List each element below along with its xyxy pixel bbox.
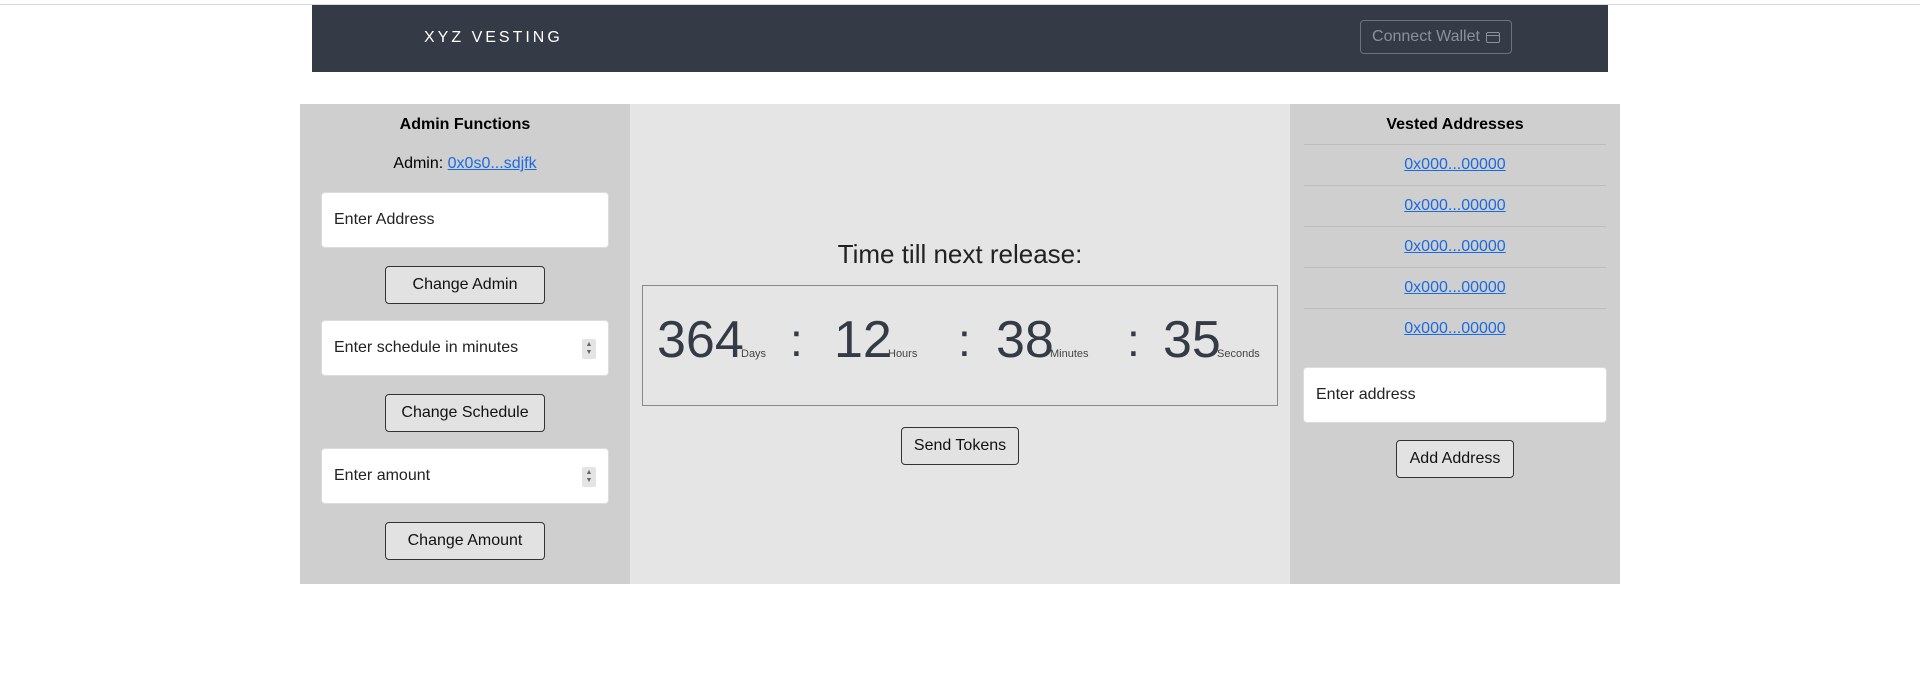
schedule-placeholder: Enter schedule in minutes: [334, 339, 519, 356]
number-stepper-icon[interactable]: ▲ ▼: [582, 467, 596, 487]
change-schedule-button[interactable]: Change Schedule: [385, 394, 545, 432]
vested-panel-title: Vested Addresses: [1386, 116, 1524, 133]
hours-unit: Hours: [888, 348, 918, 360]
amount-placeholder: Enter amount: [334, 467, 431, 484]
separator: :: [1127, 314, 1140, 366]
timer-heading: Time till next release:: [837, 239, 1083, 269]
change-admin-button[interactable]: Change Admin: [385, 266, 545, 304]
brand-logo-text: XYZ VESTING: [424, 29, 563, 46]
connect-wallet-button[interactable]: Connect Wallet: [1360, 20, 1512, 54]
list-item: 0x000...00000: [1304, 144, 1606, 185]
seconds-value: 35: [1163, 311, 1221, 369]
hours-value: 12: [834, 311, 892, 369]
navbar: XYZ VESTING Connect Wallet: [312, 5, 1608, 72]
separator: :: [790, 314, 803, 366]
wallet-icon: [1485, 31, 1500, 43]
seconds-unit: Seconds: [1217, 348, 1260, 360]
number-stepper-icon[interactable]: ▲ ▼: [582, 339, 596, 359]
minutes-value: 38: [996, 311, 1054, 369]
days-value: 364: [657, 311, 744, 369]
separator: :: [958, 314, 971, 366]
vested-address-link[interactable]: 0x000...00000: [1404, 197, 1505, 215]
vested-address-link[interactable]: 0x000...00000: [1404, 238, 1505, 256]
list-item: 0x000...00000: [1304, 226, 1606, 267]
days-unit: Days: [741, 348, 767, 360]
list-item: 0x000...00000: [1304, 185, 1606, 226]
admin-address-input[interactable]: Enter Address: [321, 192, 609, 248]
vested-address-link[interactable]: 0x000...00000: [1404, 279, 1505, 297]
vested-address-link[interactable]: 0x000...00000: [1404, 320, 1505, 338]
vested-addresses-panel: Vested Addresses 0x000...00000 0x000...0…: [1290, 104, 1620, 584]
vested-address-input[interactable]: Enter address: [1303, 367, 1607, 423]
vested-address-placeholder: Enter address: [1316, 386, 1416, 403]
admin-line: Admin: 0x0s0...sdjfk: [300, 155, 630, 173]
change-amount-button[interactable]: Change Amount: [385, 522, 545, 560]
minutes-unit: Minutes: [1050, 348, 1089, 360]
send-tokens-button[interactable]: Send Tokens: [901, 427, 1019, 465]
schedule-minutes-input[interactable]: Enter schedule in minutes ▲ ▼: [321, 320, 609, 376]
admin-address-placeholder: Enter Address: [334, 211, 435, 228]
admin-functions-panel: Admin Functions Admin: 0x0s0...sdjfk Ent…: [300, 104, 630, 584]
connect-wallet-label: Connect Wallet: [1372, 28, 1480, 45]
release-timer-panel: Time till next release: 364 Days : 12 Ho…: [630, 104, 1290, 584]
amount-input[interactable]: Enter amount ▲ ▼: [321, 448, 609, 504]
add-address-button[interactable]: Add Address: [1396, 440, 1514, 478]
admin-panel-title: Admin Functions: [399, 116, 531, 133]
admin-address-link[interactable]: 0x0s0...sdjfk: [448, 155, 537, 172]
admin-label: Admin:: [393, 155, 448, 172]
countdown-timer: 364 Days : 12 Hours : 38 Minutes : 35 Se…: [642, 285, 1278, 406]
list-item: 0x000...00000: [1304, 308, 1606, 349]
vested-address-link[interactable]: 0x000...00000: [1404, 156, 1505, 174]
list-item: 0x000...00000: [1304, 267, 1606, 308]
